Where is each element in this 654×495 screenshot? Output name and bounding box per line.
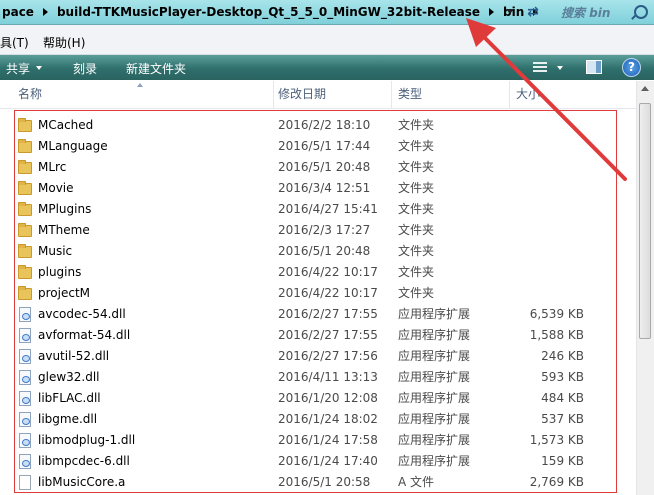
- view-options-icon[interactable]: [533, 62, 547, 72]
- refresh-icon[interactable]: ⇄: [523, 3, 543, 21]
- breadcrumb: pace build-TTKMusicPlayer-Desktop_Qt_5_5…: [2, 4, 547, 20]
- column-header: 名称 修改日期 类型 大小: [0, 81, 636, 109]
- column-type[interactable]: 类型: [392, 81, 510, 108]
- scroll-up-arrow-icon[interactable]: [641, 86, 649, 91]
- vertical-scrollbar[interactable]: [636, 81, 654, 495]
- new-folder-button[interactable]: 新建文件夹: [126, 60, 186, 77]
- menu-bar: 具(T) 帮助(H): [0, 25, 654, 55]
- help-icon[interactable]: ?: [622, 58, 641, 77]
- column-size[interactable]: 大小: [510, 81, 594, 108]
- column-date[interactable]: 修改日期: [274, 81, 392, 108]
- scrollbar-thumb[interactable]: [639, 103, 651, 339]
- breadcrumb-item[interactable]: pace: [2, 5, 34, 19]
- search-icon[interactable]: [634, 5, 648, 19]
- share-dropdown-icon[interactable]: [36, 66, 42, 70]
- view-dropdown-icon[interactable]: [557, 66, 563, 70]
- chevron-right-icon[interactable]: [42, 8, 48, 16]
- address-bar[interactable]: pace build-TTKMusicPlayer-Desktop_Qt_5_5…: [0, 0, 654, 25]
- preview-pane-icon[interactable]: [586, 60, 602, 74]
- share-button[interactable]: 共享: [6, 60, 30, 77]
- chevron-right-icon[interactable]: [489, 8, 495, 16]
- breadcrumb-item[interactable]: build-TTKMusicPlayer-Desktop_Qt_5_5_0_Mi…: [57, 5, 480, 19]
- sort-ascending-icon: [137, 83, 143, 87]
- menu-tools[interactable]: 具(T): [0, 34, 29, 51]
- search-placeholder: 搜索 bin: [561, 6, 611, 20]
- search-input[interactable]: 搜索 bin: [552, 2, 654, 22]
- annotation-highlight-box: [14, 110, 617, 493]
- command-bar: 共享 刻录 新建文件夹 ?: [0, 55, 654, 80]
- address-history-dropdown-icon[interactable]: [506, 9, 514, 14]
- menu-help[interactable]: 帮助(H): [43, 34, 85, 51]
- burn-button[interactable]: 刻录: [73, 60, 97, 77]
